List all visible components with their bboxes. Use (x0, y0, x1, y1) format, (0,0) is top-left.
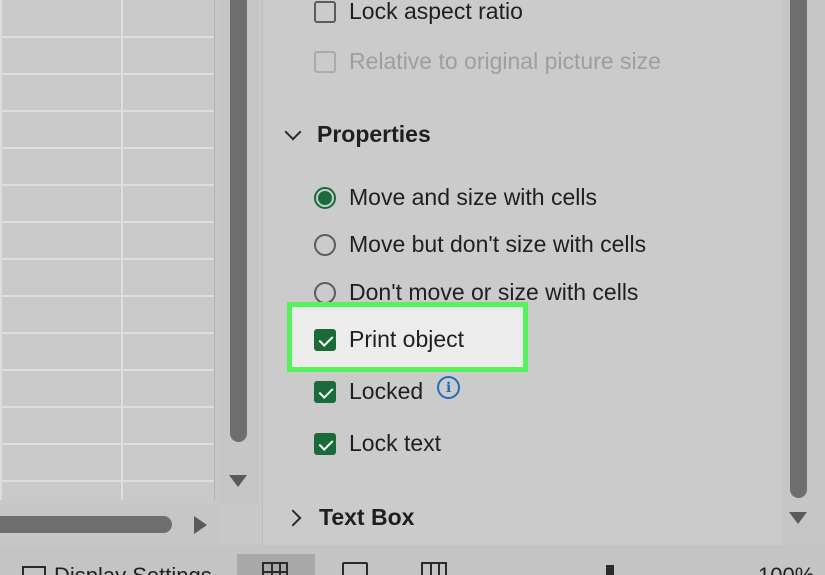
normal-view-button[interactable] (237, 554, 315, 575)
grid-row-line (0, 295, 214, 297)
grid-column-line (0, 0, 2, 500)
display-settings-button[interactable]: Display Settings (22, 563, 212, 575)
pane-scroll-down-arrow-icon[interactable] (789, 512, 807, 524)
grid-row-line (0, 36, 214, 38)
worksheet-horizontal-scroll-thumb[interactable] (0, 516, 172, 533)
move-and-size-option[interactable]: Move and size with cells (314, 184, 597, 211)
properties-section-header[interactable]: Properties (284, 121, 431, 148)
print-object-label: Print object (349, 326, 465, 352)
page-break-preview-button[interactable] (396, 554, 474, 575)
format-pane (262, 0, 783, 545)
display-settings-label: Display Settings (54, 563, 212, 575)
grid-row-line (0, 73, 214, 75)
grid-row-line (0, 443, 214, 445)
locked-label: Locked (349, 378, 424, 404)
scroll-down-arrow-icon[interactable] (229, 475, 247, 487)
page-layout-icon (342, 562, 368, 575)
text-box-section-header[interactable]: Text Box (284, 504, 415, 531)
scroll-right-arrow-icon[interactable] (194, 516, 207, 534)
move-no-size-label: Move but don't size with cells (349, 231, 647, 257)
zoom-slider-handle[interactable] (606, 565, 614, 575)
properties-heading: Properties (317, 121, 431, 147)
grid-row-line (0, 480, 214, 482)
normal-view-icon (262, 562, 288, 575)
dont-move-or-size-radio[interactable] (314, 281, 336, 304)
page-layout-view-button[interactable] (317, 554, 395, 575)
grid-row-line (0, 406, 214, 408)
info-icon[interactable]: i (437, 376, 461, 399)
chevron-down-icon (284, 123, 302, 140)
worksheet-vertical-scroll-thumb[interactable] (230, 0, 247, 442)
chevron-right-icon (284, 509, 302, 526)
move-no-size-option[interactable]: Move but don't size with cells (314, 231, 646, 258)
lock-text-label: Lock text (349, 430, 442, 456)
zoom-level[interactable]: 100% (758, 563, 814, 575)
locked-option[interactable]: Locked i (314, 376, 461, 405)
worksheet-horizontal-scrollbar[interactable] (0, 505, 220, 543)
lock-text-checkbox[interactable] (314, 432, 336, 455)
text-box-heading: Text Box (319, 504, 415, 530)
move-no-size-radio[interactable] (314, 233, 336, 256)
worksheet-grid[interactable] (0, 0, 215, 500)
grid-row-line (0, 369, 214, 371)
lock-text-option[interactable]: Lock text (314, 430, 441, 457)
relative-to-original-label: Relative to original picture size (349, 48, 661, 74)
print-object-checkbox[interactable] (314, 328, 336, 351)
relative-to-original-checkbox (314, 50, 336, 73)
pane-vertical-scrollbar[interactable] (782, 0, 825, 545)
grid-row-line (0, 147, 214, 149)
grid-row-line (0, 258, 214, 260)
worksheet-vertical-scrollbar[interactable] (218, 0, 258, 505)
relative-to-original-option: Relative to original picture size (314, 48, 661, 75)
grid-row-line (0, 110, 214, 112)
lock-aspect-ratio-label: Lock aspect ratio (349, 0, 523, 24)
status-bar: Display Settings 100% (0, 545, 825, 575)
pane-vertical-scroll-thumb[interactable] (790, 0, 807, 498)
grid-row-line (0, 184, 214, 186)
lock-aspect-ratio-checkbox[interactable] (314, 0, 336, 23)
move-and-size-radio[interactable] (314, 186, 336, 209)
page-break-preview-icon (421, 562, 447, 575)
move-and-size-label: Move and size with cells (349, 184, 597, 210)
grid-row-line (0, 221, 214, 223)
locked-checkbox[interactable] (314, 380, 336, 403)
print-object-option[interactable]: Print object (314, 326, 464, 353)
grid-row-line (0, 332, 214, 334)
grid-column-line (121, 0, 123, 500)
display-settings-icon (22, 566, 46, 575)
lock-aspect-ratio-option[interactable]: Lock aspect ratio (314, 0, 523, 25)
